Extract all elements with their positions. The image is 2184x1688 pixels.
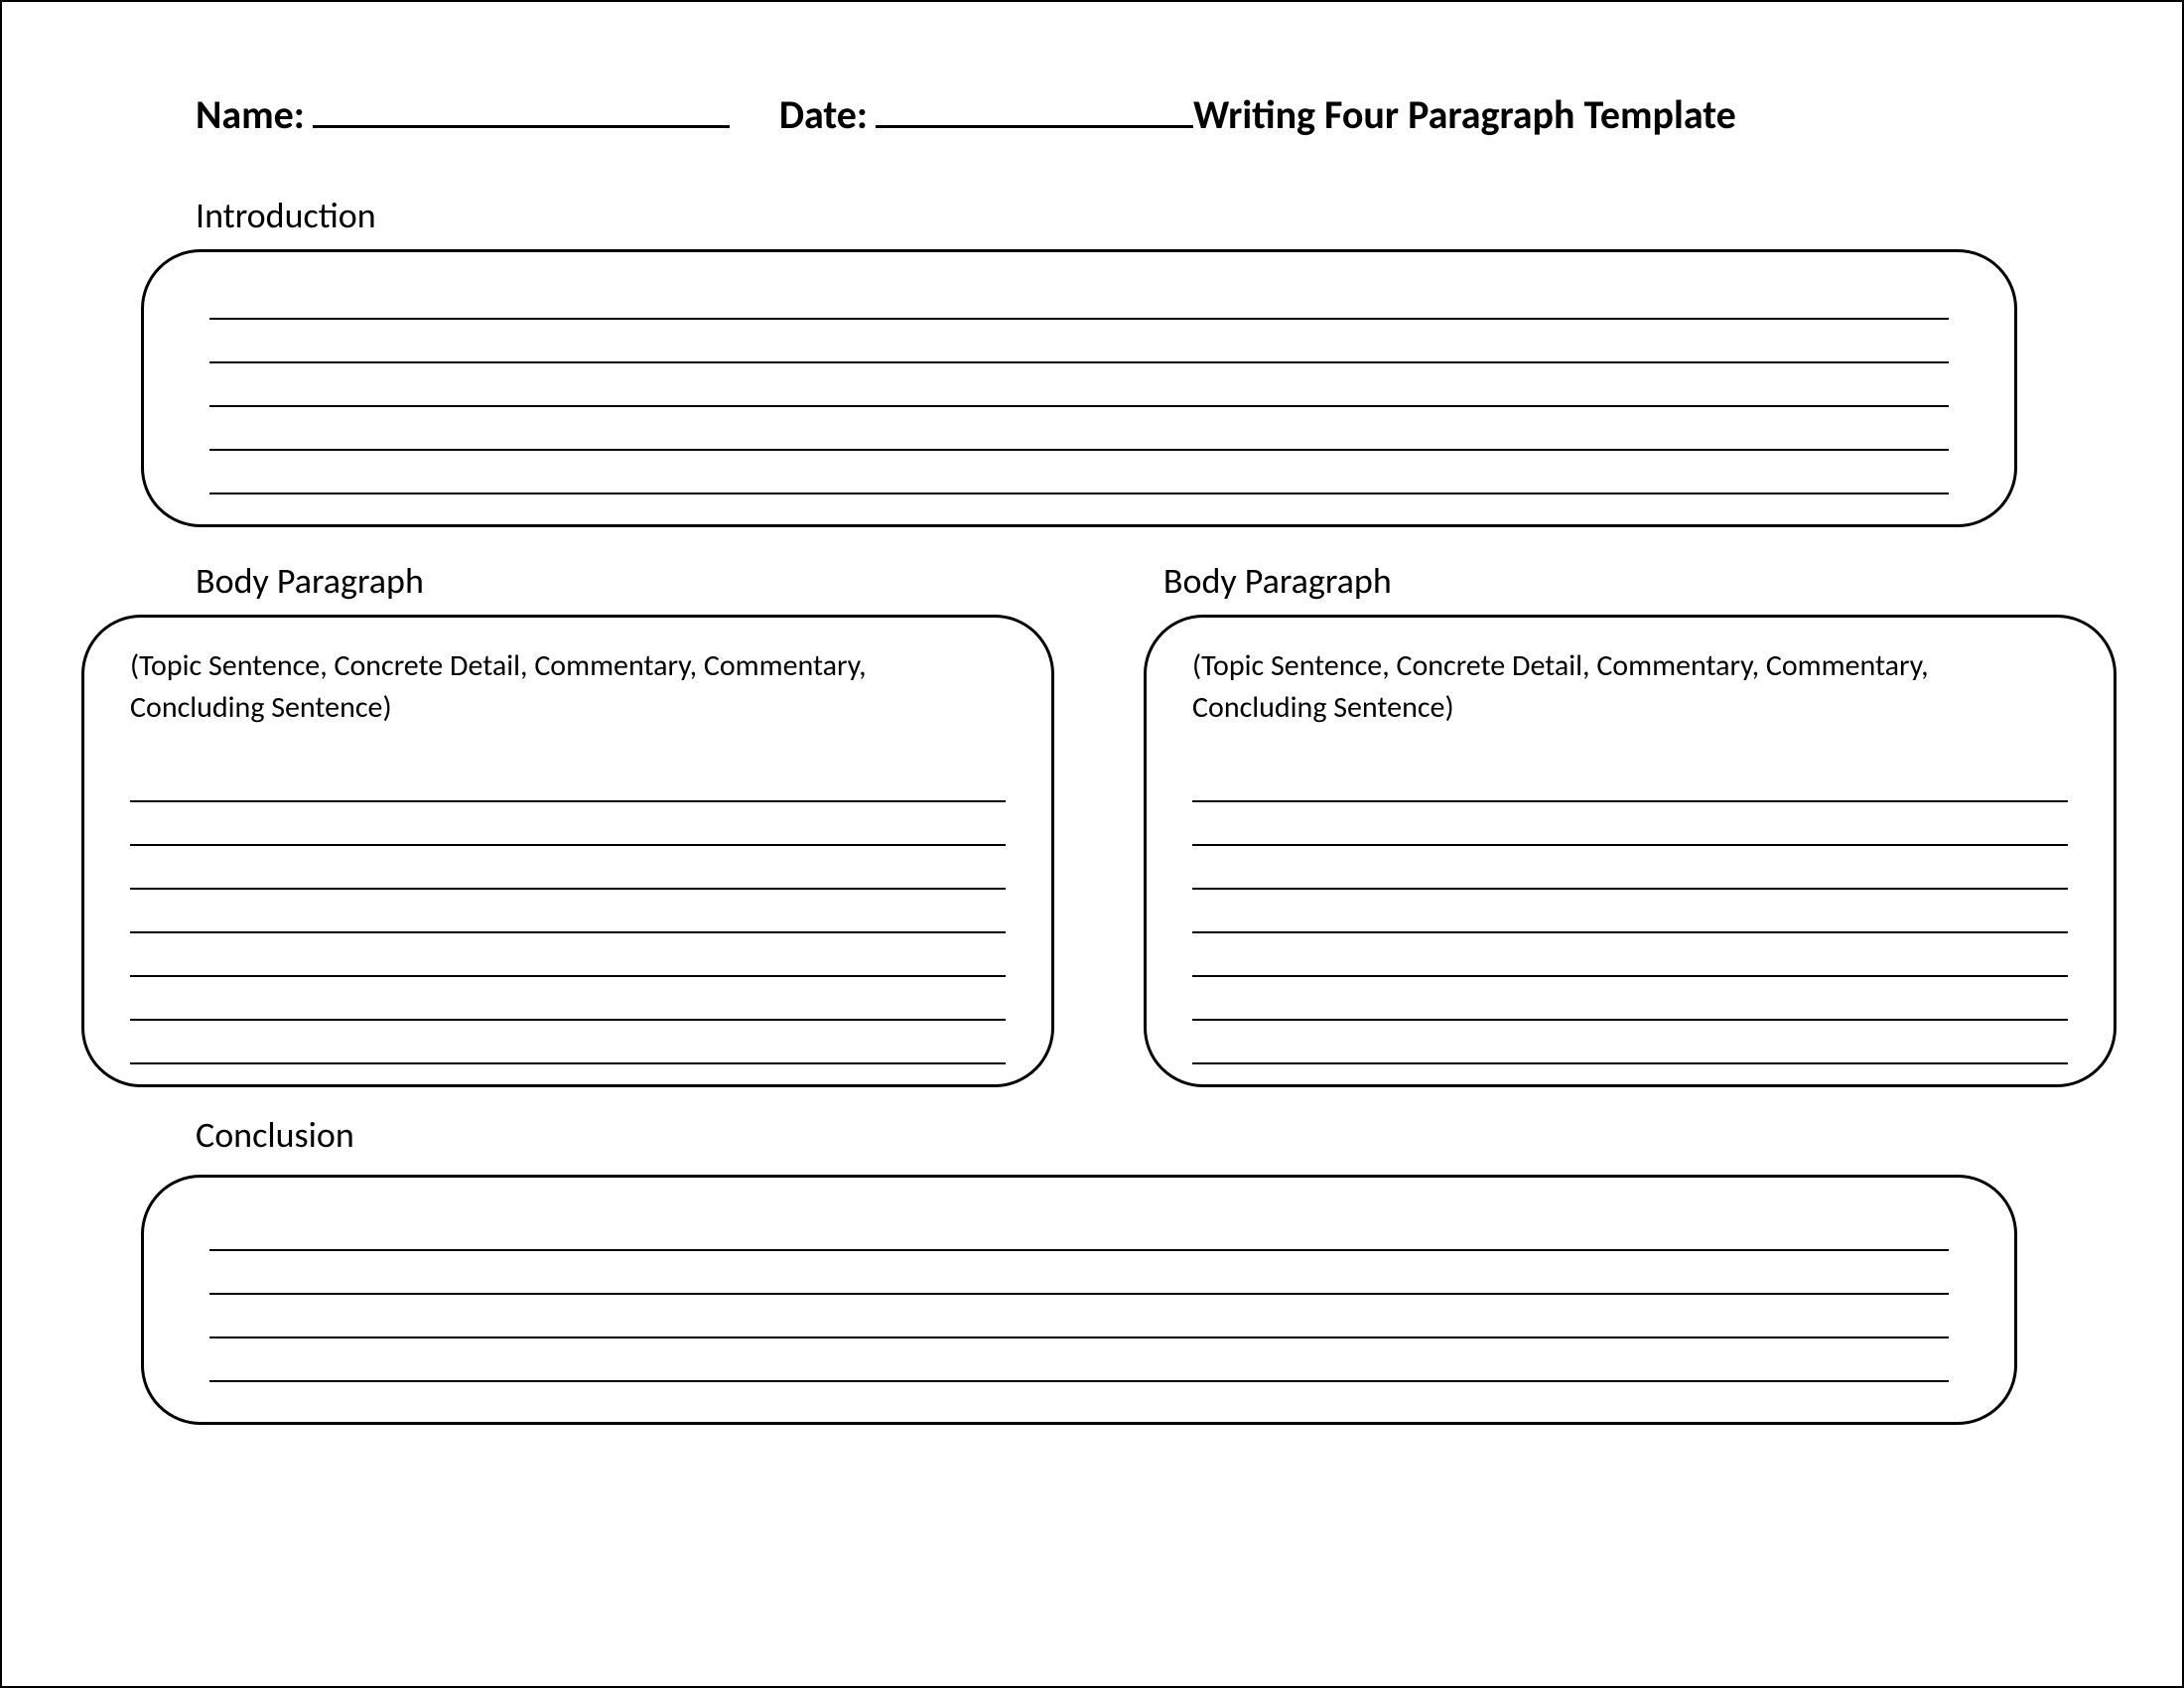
body-paragraph-hint: (Topic Sentence, Concrete Detail, Commen… [1192, 645, 2068, 729]
writing-line[interactable] [1192, 933, 2068, 977]
writing-line[interactable] [209, 1207, 1949, 1251]
body-paragraph-1-lines [130, 759, 1006, 1064]
introduction-lines [209, 276, 1949, 494]
writing-line[interactable] [209, 1251, 1949, 1295]
body-paragraph-1-heading: Body Paragraph [196, 559, 424, 603]
worksheet-title: Writing Four Paragraph Template [1193, 90, 1736, 139]
conclusion-lines [209, 1207, 1949, 1382]
body-paragraph-hint: (Topic Sentence, Concrete Detail, Commen… [130, 645, 1006, 729]
body-paragraph-2-heading: Body Paragraph [1163, 559, 1392, 603]
writing-line[interactable] [130, 759, 1006, 802]
writing-line[interactable] [1192, 977, 2068, 1021]
date-label: Date: [779, 90, 868, 139]
name-label: Name: [196, 90, 305, 139]
conclusion-heading: Conclusion [196, 1113, 2182, 1157]
writing-line[interactable] [1192, 759, 2068, 802]
writing-line[interactable] [1192, 1021, 2068, 1064]
writing-line[interactable] [130, 802, 1006, 846]
date-input-line[interactable] [876, 89, 1193, 128]
worksheet-page: Name: Date: Writing Four Paragraph Templ… [0, 0, 2184, 1688]
body-paragraph-2-box[interactable]: (Topic Sentence, Concrete Detail, Commen… [1144, 615, 2116, 1087]
writing-line[interactable] [209, 320, 1949, 363]
name-input-line[interactable] [313, 89, 730, 128]
introduction-box[interactable] [141, 249, 2017, 527]
body-paragraph-headings: Body Paragraph Body Paragraph [196, 559, 2182, 603]
writing-line[interactable] [209, 1295, 1949, 1338]
writing-line[interactable] [1192, 890, 2068, 933]
writing-line[interactable] [209, 407, 1949, 451]
header-row: Name: Date: Writing Four Paragraph Templ… [196, 89, 2103, 139]
conclusion-box[interactable] [141, 1175, 2017, 1425]
writing-line[interactable] [1192, 802, 2068, 846]
introduction-heading: Introduction [196, 194, 2182, 237]
writing-line[interactable] [130, 1021, 1006, 1064]
writing-line[interactable] [130, 933, 1006, 977]
body-paragraph-1-box[interactable]: (Topic Sentence, Concrete Detail, Commen… [81, 615, 1054, 1087]
writing-line[interactable] [209, 276, 1949, 320]
body-paragraph-row: (Topic Sentence, Concrete Detail, Commen… [81, 615, 2182, 1087]
writing-line[interactable] [209, 451, 1949, 494]
body-paragraph-2-lines [1192, 759, 2068, 1064]
writing-line[interactable] [1192, 846, 2068, 890]
writing-line[interactable] [209, 1338, 1949, 1382]
writing-line[interactable] [130, 890, 1006, 933]
writing-line[interactable] [130, 846, 1006, 890]
writing-line[interactable] [130, 977, 1006, 1021]
writing-line[interactable] [209, 363, 1949, 407]
